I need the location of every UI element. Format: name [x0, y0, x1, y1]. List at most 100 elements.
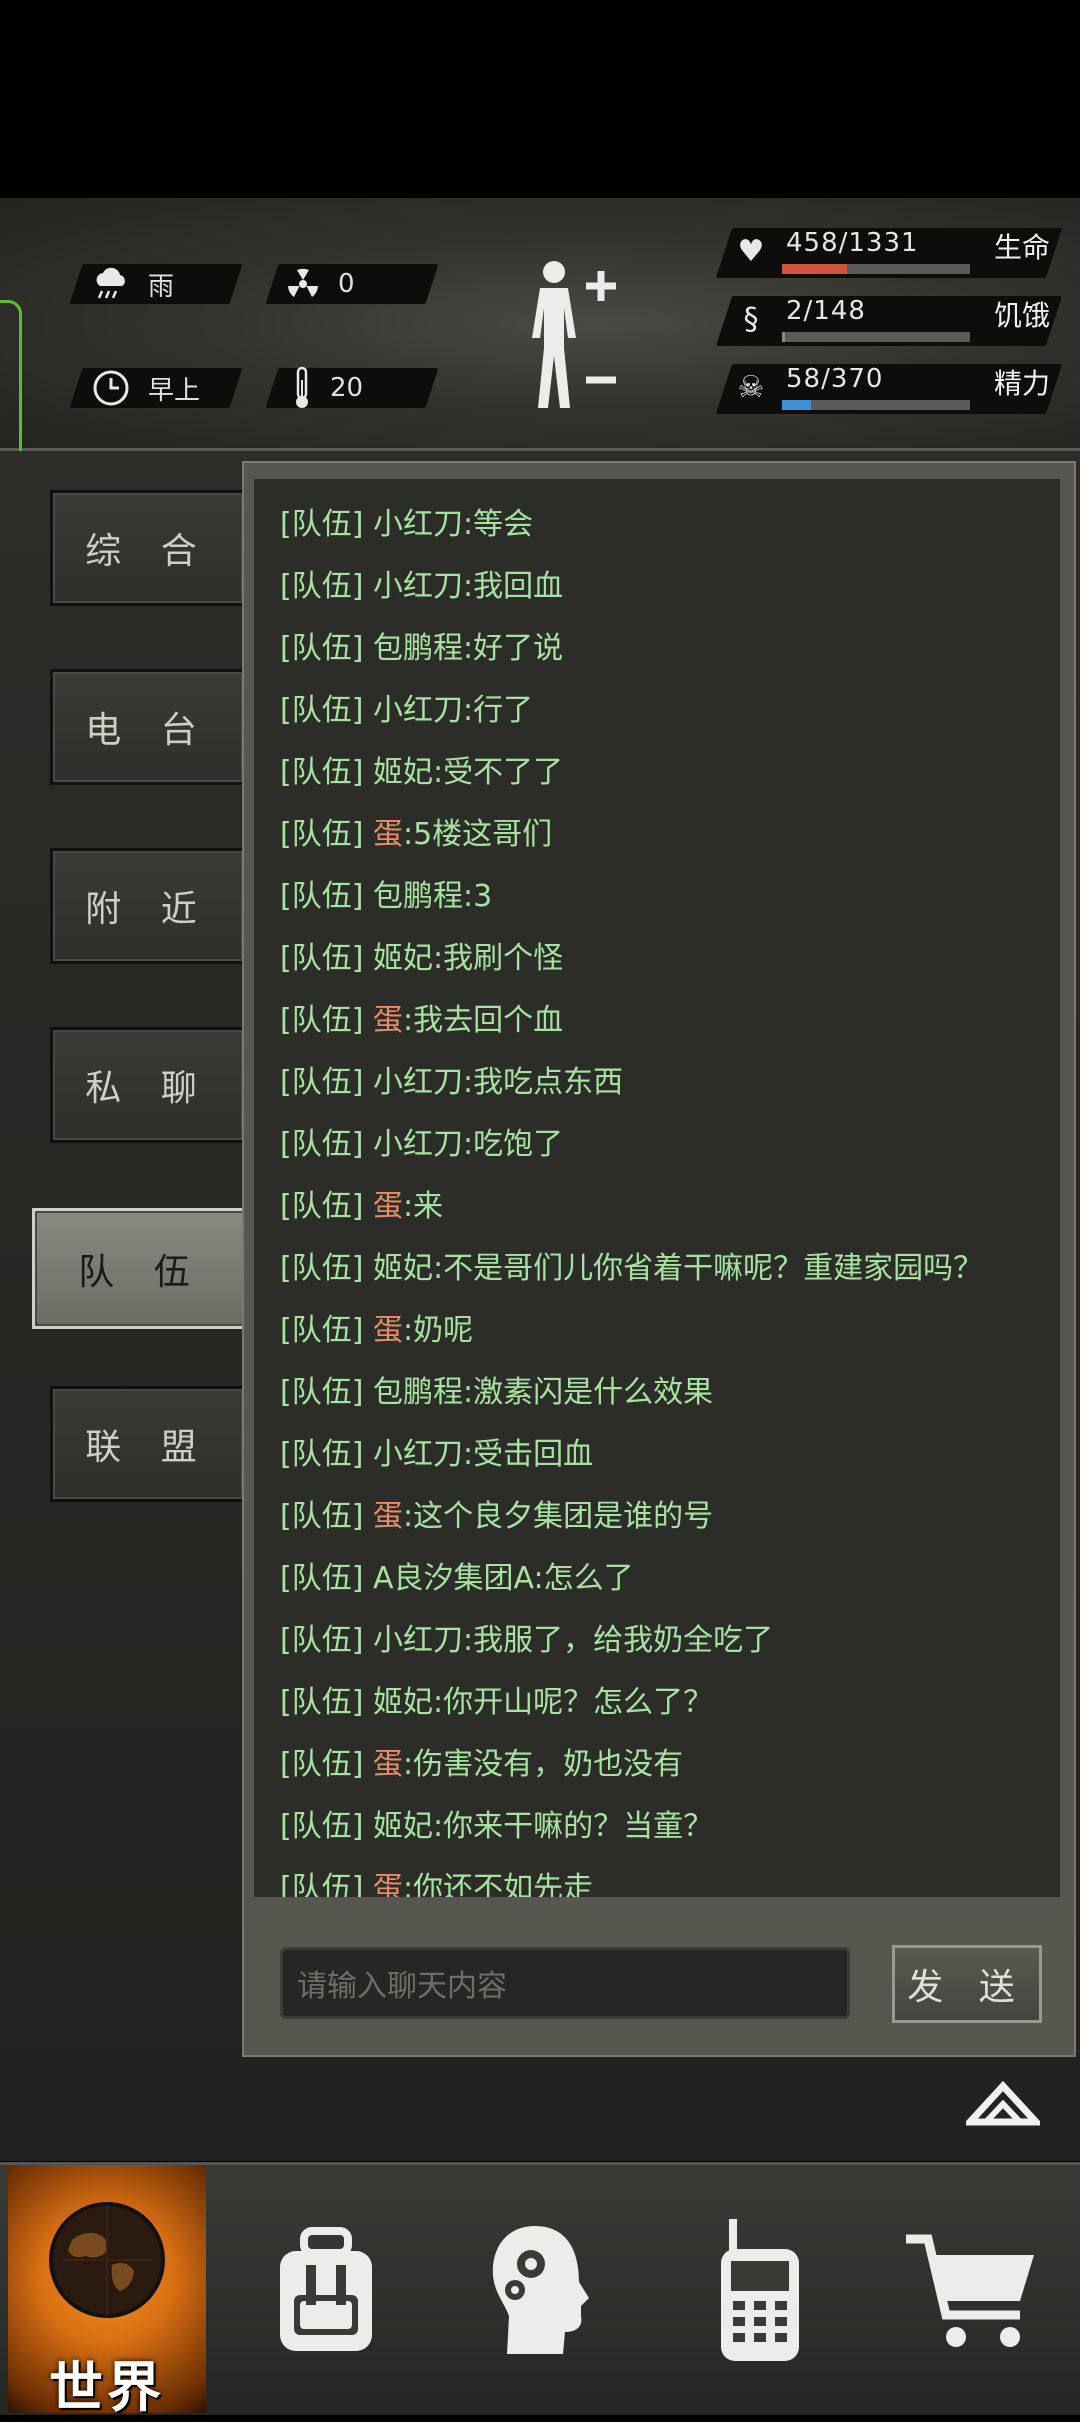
chat-message: [队伍] 包鹏程:激素闪是什么效果	[280, 1367, 713, 1411]
backpack-icon	[280, 2227, 372, 2351]
chat-channel-prefix: [队伍]	[280, 1003, 364, 1038]
chat-message: [队伍] 姬妃:你开山呢？怎么了？	[280, 1677, 713, 1721]
chat-message: [队伍] 小红刀:我吃点东西	[280, 1057, 623, 1101]
chat-sender-name[interactable]: A良汐集团A	[373, 1561, 534, 1596]
stat-bar-fill	[782, 264, 847, 274]
chat-sender-name[interactable]: 包鹏程	[373, 879, 463, 914]
chat-sender-name[interactable]: 蛋	[373, 1189, 403, 1224]
chat-channel-prefix: [队伍]	[280, 1313, 364, 1348]
tab-2[interactable]: 电 台	[50, 669, 246, 785]
chat-channel-prefix: [队伍]	[280, 1685, 364, 1720]
chat-message-text: :激素闪是什么效果	[462, 1375, 714, 1410]
tab-label: 私 聊	[85, 1068, 211, 1109]
chat-channel-prefix: [队伍]	[280, 507, 364, 542]
chat-message-text: :5楼这哥们	[402, 817, 553, 852]
chat-channel-prefix: [队伍]	[280, 879, 364, 914]
chat-sender-name[interactable]: 小红刀	[373, 1127, 463, 1162]
chat-sender-name[interactable]: 蛋	[373, 1871, 403, 1897]
chat-sender-name[interactable]: 姬妃	[373, 1809, 433, 1844]
energy-head-icon: ☠	[737, 369, 765, 405]
clock-icon	[93, 370, 129, 406]
chat-message: [队伍] 姬妃:受不了了	[280, 747, 563, 791]
stat-value: 458/1331	[786, 228, 919, 258]
tab-6[interactable]: 联 盟	[50, 1386, 246, 1502]
chat-sender-name[interactable]: 包鹏程	[373, 631, 463, 666]
chat-message-text: :奶呢	[402, 1313, 474, 1348]
nav-backpack-button[interactable]	[226, 2165, 426, 2415]
tab-label: 附 近	[85, 889, 211, 930]
stat-bar	[782, 400, 970, 410]
chat-message-text: :吃饱了	[462, 1127, 564, 1162]
tab-4[interactable]: 私 聊	[50, 1027, 246, 1143]
chat-message: [队伍] 蛋:伤害没有，奶也没有	[280, 1739, 683, 1783]
radiation-icon	[288, 268, 318, 297]
chat-message: [队伍] 包鹏程:3	[280, 871, 492, 915]
human-figure-icon	[532, 261, 616, 408]
chat-sender-name[interactable]: 小红刀	[373, 693, 463, 728]
chat-message: [队伍] 小红刀:行了	[280, 685, 533, 729]
chat-sender-name[interactable]: 蛋	[373, 1003, 403, 1038]
chat-sender-name[interactable]: 蛋	[373, 1499, 403, 1534]
chat-sender-name[interactable]: 小红刀	[373, 1437, 463, 1472]
send-button[interactable]: 发 送	[892, 1945, 1042, 2023]
chat-message: [队伍] 蛋:你还不如先走	[280, 1863, 593, 1897]
chat-sender-name[interactable]: 包鹏程	[373, 1375, 463, 1410]
nav-world-button[interactable]: 世界	[8, 2165, 206, 2419]
character-body-button[interactable]	[520, 258, 620, 418]
chat-channel-prefix: [队伍]	[280, 1437, 364, 1472]
time-of-day-label: 早上	[148, 375, 201, 406]
stat-bar-fill	[782, 400, 812, 410]
tab-label: 队 伍	[78, 1251, 204, 1293]
chat-channel-prefix: [队伍]	[280, 1375, 364, 1410]
stat-bar	[782, 264, 970, 274]
chat-message-text: :怎么了	[533, 1561, 634, 1596]
chat-sender-name[interactable]: 蛋	[373, 1313, 403, 1348]
chat-input-placeholder: 请输入聊天内容	[297, 1969, 507, 2004]
chat-sender-name[interactable]: 姬妃	[373, 1251, 433, 1286]
nav-radio-button[interactable]	[660, 2165, 860, 2415]
chat-message-text: :你还不如先走	[402, 1871, 594, 1897]
rain-cloud-icon	[96, 267, 125, 299]
chat-channel-prefix: [队伍]	[280, 1747, 364, 1782]
stat-label: 生命	[994, 231, 1051, 264]
chat-message-text: :我吃点东西	[462, 1065, 624, 1100]
tab-1[interactable]: 综 合	[50, 490, 246, 606]
chat-message-text: :好了说	[462, 631, 564, 666]
chat-message-text: :我去回个血	[402, 1003, 564, 1038]
walkie-talkie-icon	[721, 2219, 799, 2361]
chat-input[interactable]: 请输入聊天内容	[280, 1947, 850, 2019]
chat-message-text: :受不了了	[432, 755, 564, 790]
temperature-value: 20	[330, 373, 364, 403]
chat-sender-name[interactable]: 姬妃	[373, 1685, 433, 1720]
chat-message-text: :我回血	[462, 569, 564, 604]
chat-message-text: :我刷个怪	[432, 941, 564, 976]
chat-sender-name[interactable]: 小红刀	[373, 507, 463, 542]
chat-sender-name[interactable]: 蛋	[373, 1747, 403, 1782]
chat-channel-prefix: [队伍]	[280, 1623, 364, 1658]
chat-channel-prefix: [队伍]	[280, 569, 364, 604]
chat-sender-name[interactable]: 姬妃	[373, 941, 433, 976]
weather-label: 雨	[148, 271, 175, 302]
chat-message: [队伍] 小红刀:等会	[280, 499, 533, 543]
chat-channel-prefix: [队伍]	[280, 631, 364, 666]
tab-3[interactable]: 附 近	[50, 848, 246, 964]
chat-message-text: :等会	[462, 507, 534, 542]
chat-message-text: :3	[462, 879, 493, 914]
nav-skills-button[interactable]	[440, 2165, 640, 2415]
chat-sender-name[interactable]: 小红刀	[373, 569, 463, 604]
chat-channel-prefix: [队伍]	[280, 1251, 364, 1286]
collapse-button[interactable]	[962, 2078, 1044, 2128]
chat-log[interactable]: [队伍] 小红刀:等会 [队伍] 小红刀:我回血 [队伍] 包鹏程:好了说 [队伍] …	[254, 479, 1060, 1897]
chat-channel-prefix: [队伍]	[280, 1809, 364, 1844]
chat-message: [队伍] 小红刀:我回血	[280, 561, 563, 605]
nav-shop-button[interactable]	[872, 2165, 1072, 2415]
chat-sender-name[interactable]: 小红刀	[373, 1065, 463, 1100]
chat-message: [队伍] 小红刀:吃饱了	[280, 1119, 563, 1163]
globe-icon	[49, 2202, 165, 2318]
chat-message: [队伍] 蛋:5楼这哥们	[280, 809, 552, 853]
chat-sender-name[interactable]: 小红刀	[373, 1623, 463, 1658]
chat-channel-prefix: [队伍]	[280, 1561, 364, 1596]
tab-5[interactable]: 队 伍	[32, 1208, 250, 1329]
chat-sender-name[interactable]: 蛋	[373, 817, 403, 852]
chat-sender-name[interactable]: 姬妃	[373, 755, 433, 790]
